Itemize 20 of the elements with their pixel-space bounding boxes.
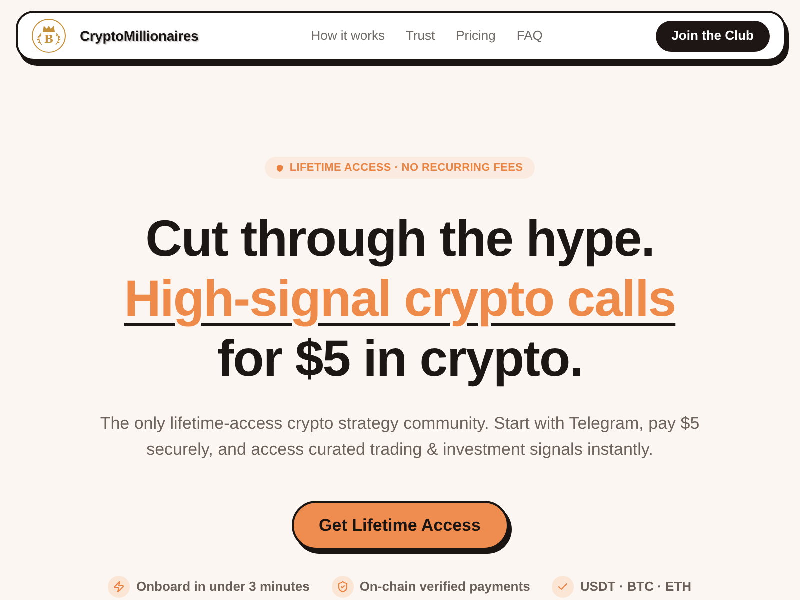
nav-link[interactable]: How it works — [311, 26, 385, 46]
hero-heading: Cut through the hype. High-signal crypto calls for $5 in crypto. — [124, 209, 676, 389]
hero-subtitle: The only lifetime-access crypto strategy community. Start with Telegram, pay $5 securely, and access curated trading & investment signals instantly. — [99, 413, 701, 461]
badge-text: LIFETIME ACCESS · NO RECURRING FEES — [290, 160, 524, 176]
nav-link[interactable]: FAQ — [516, 26, 543, 46]
check-icon — [552, 576, 574, 598]
feature-label: On-chain verified payments — [360, 578, 530, 596]
laurel-icon — [54, 33, 61, 46]
lightning-icon — [108, 576, 130, 598]
nav-link[interactable]: Trust — [406, 26, 436, 46]
feature-label: USDT · BTC · ETH — [580, 578, 692, 596]
shield-icon — [276, 164, 283, 172]
feature-label: Onboard in under 3 minutes — [136, 578, 310, 596]
shield-check-icon — [332, 576, 354, 598]
join-club-button[interactable]: Join the Club — [656, 20, 770, 52]
logo-letter: B — [44, 34, 54, 45]
brand-name[interactable]: CryptoMillionaires — [80, 26, 199, 46]
laurel-icon — [37, 33, 44, 46]
nav-link[interactable]: Pricing — [456, 26, 496, 46]
crown-icon — [43, 26, 55, 32]
